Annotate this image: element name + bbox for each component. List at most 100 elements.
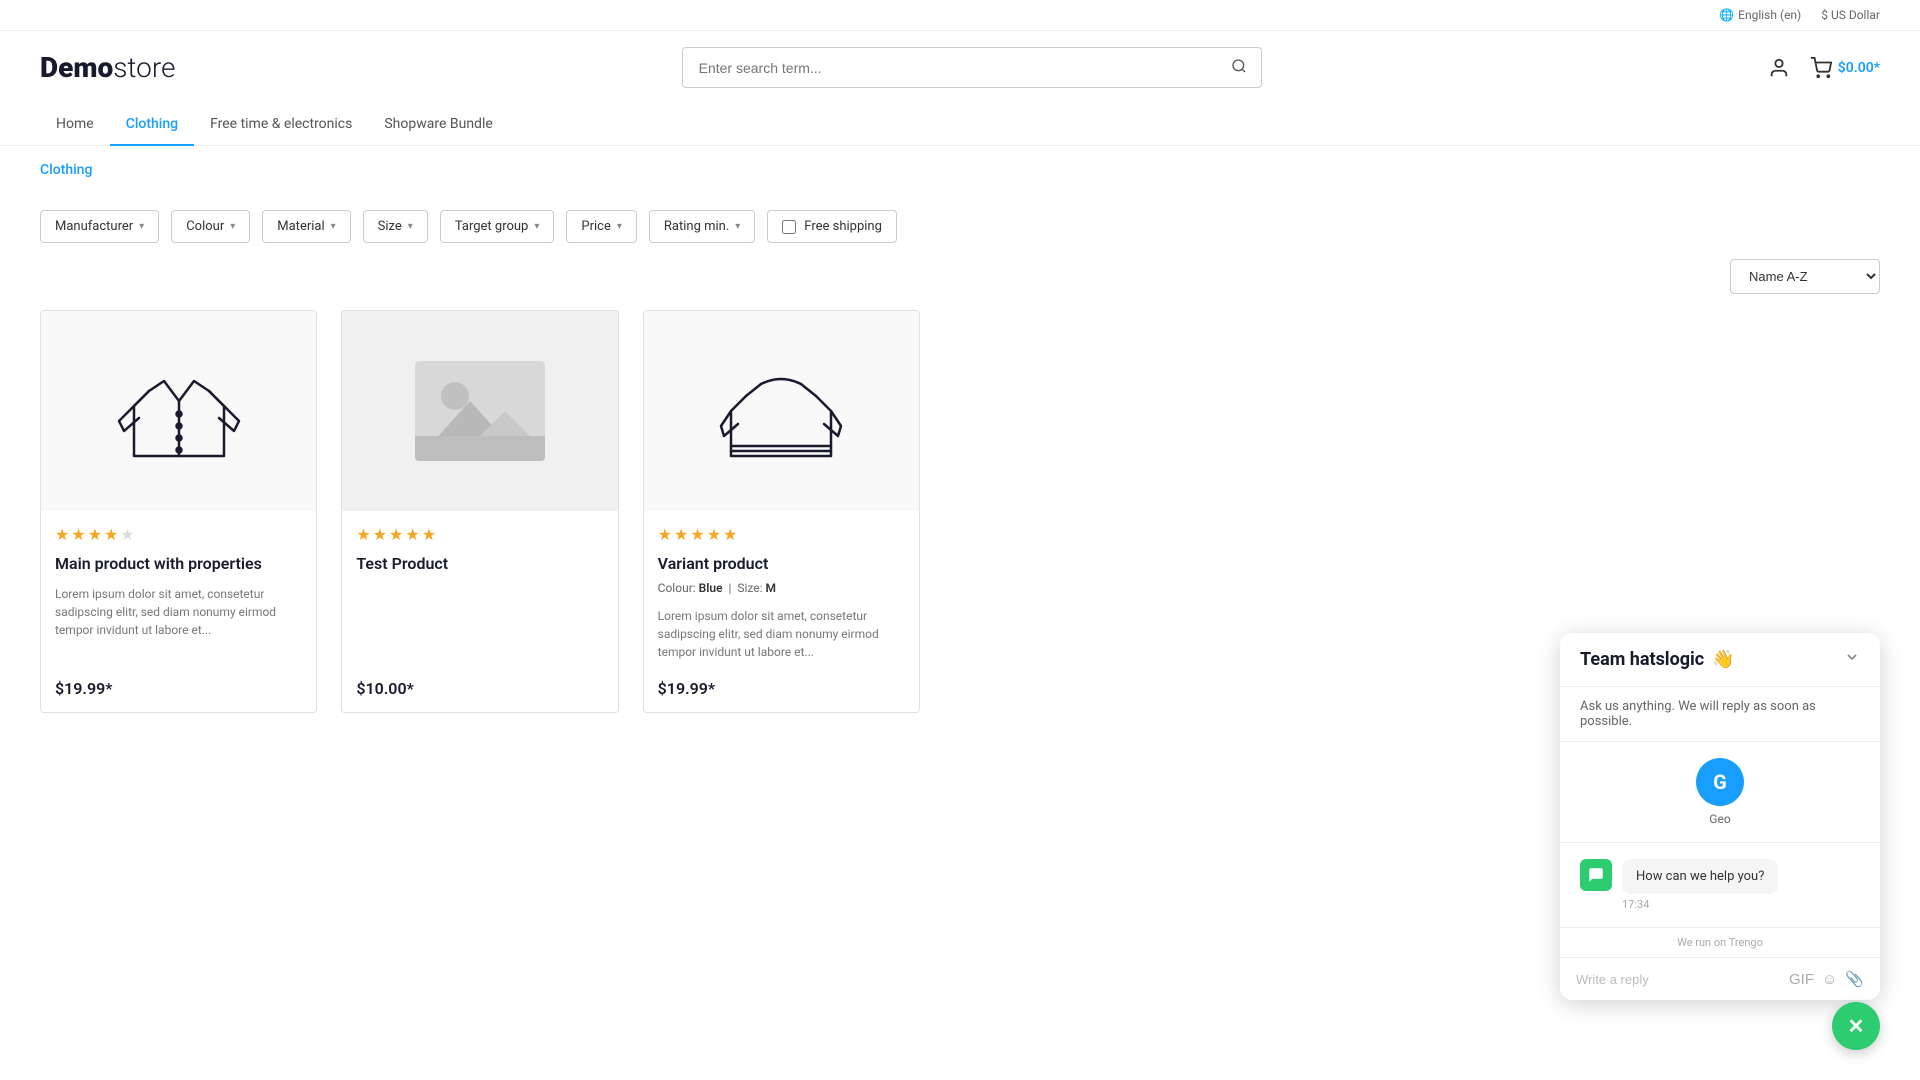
product-3-variant: Colour: Blue | Size: M <box>658 581 905 595</box>
chat-toggle-button[interactable]: ✕ <box>1832 1002 1880 1050</box>
star-2: ★ <box>373 525 387 544</box>
chat-subtitle: Ask us anything. We will reply as soon a… <box>1560 687 1880 742</box>
star-5: ★ <box>422 525 436 544</box>
material-filter-label: Material <box>277 219 324 234</box>
free-shipping-filter[interactable]: Free shipping <box>767 210 897 243</box>
search-icon <box>1231 58 1247 74</box>
colour-filter-label: Colour <box>186 219 224 234</box>
star-4: ★ <box>405 525 419 544</box>
size-label: Size: <box>737 581 762 595</box>
main-nav: Home Clothing Free time & electronics Sh… <box>0 104 1920 146</box>
free-shipping-checkbox[interactable] <box>782 220 796 234</box>
sort-select[interactable]: Name A-Z Name Z-A Price ascending Price … <box>1730 259 1880 294</box>
rating-filter[interactable]: Rating min. ▾ <box>649 210 755 243</box>
product-card-1: ★ ★ ★ ★ ★ Main product with properties L… <box>40 310 317 713</box>
product-3-price: $19.99* <box>658 667 905 698</box>
size-chevron-icon: ▾ <box>408 221 413 232</box>
search-button[interactable] <box>1217 48 1261 87</box>
star-1: ★ <box>356 525 370 544</box>
nav-item-shopware[interactable]: Shopware Bundle <box>368 104 508 146</box>
target-group-filter[interactable]: Target group ▾ <box>440 210 555 243</box>
chat-toggle-icon: ✕ <box>1848 1014 1865 1039</box>
rating-chevron-icon: ▾ <box>735 221 740 232</box>
message-bubble: How can we help you? <box>1622 859 1778 894</box>
agent-avatar: G <box>1696 758 1744 806</box>
product-card-3: ★ ★ ★ ★ ★ Variant product Colour: Blue |… <box>643 310 920 713</box>
star-1: ★ <box>55 525 69 544</box>
chat-reply-input[interactable] <box>1576 972 1781 987</box>
nav-item-home[interactable]: Home <box>40 104 110 146</box>
chat-input-actions: GIF ☺ 📎 <box>1789 970 1864 988</box>
language-label: English (en) <box>1738 8 1801 22</box>
product-3-name: Variant product <box>658 554 905 573</box>
product-info-3: ★ ★ ★ ★ ★ Variant product Colour: Blue |… <box>644 511 919 712</box>
chat-input-area: GIF ☺ 📎 <box>1560 957 1880 1000</box>
chat-title-text: Team hatslogic <box>1580 649 1704 670</box>
colour-label: Colour: <box>658 581 696 595</box>
price-filter[interactable]: Price ▾ <box>566 210 637 243</box>
cart-icon <box>1810 57 1832 79</box>
nav-item-free-time[interactable]: Free time & electronics <box>194 104 368 146</box>
chat-title-emoji: 👋 <box>1712 649 1734 670</box>
top-bar: 🌐 English (en) $ US Dollar <box>0 0 1920 31</box>
breadcrumb: Clothing <box>0 146 1920 194</box>
star-2: ★ <box>71 525 85 544</box>
nav-item-clothing[interactable]: Clothing <box>110 104 194 146</box>
product-2-stars: ★ ★ ★ ★ ★ <box>356 525 603 544</box>
bot-icon <box>1580 859 1612 891</box>
currency-label: $ US Dollar <box>1821 8 1880 22</box>
agent-name: Geo <box>1709 812 1730 826</box>
logo-bold: Demo <box>40 51 113 84</box>
product-1-price: $19.99* <box>55 667 302 698</box>
gif-button[interactable]: GIF <box>1789 971 1814 988</box>
manufacturer-filter[interactable]: Manufacturer ▾ <box>40 210 159 243</box>
header-actions: $0.00* <box>1768 57 1880 79</box>
free-shipping-label: Free shipping <box>804 219 882 234</box>
product-1-stars: ★ ★ ★ ★ ★ <box>55 525 302 544</box>
colour-filter[interactable]: Colour ▾ <box>171 210 250 243</box>
account-button[interactable] <box>1768 57 1790 79</box>
chat-messages: How can we help you? 17:34 <box>1560 843 1880 927</box>
search-input[interactable] <box>683 50 1217 86</box>
chat-header: Team hatslogic 👋 <box>1560 633 1880 687</box>
chat-subtitle-text: Ask us anything. We will reply as soon a… <box>1580 699 1816 729</box>
product-3-desc: Lorem ipsum dolor sit amet, consetetur s… <box>658 607 905 661</box>
colour-chevron-icon: ▾ <box>230 221 235 232</box>
product-image-1 <box>41 311 316 511</box>
chat-powered-by: We run on Trengo <box>1560 927 1880 957</box>
price-chevron-icon: ▾ <box>617 221 622 232</box>
search-bar <box>682 47 1262 88</box>
product-info-1: ★ ★ ★ ★ ★ Main product with properties L… <box>41 511 316 712</box>
currency-selector[interactable]: $ US Dollar <box>1821 8 1880 22</box>
product-3-stars: ★ ★ ★ ★ ★ <box>658 525 905 544</box>
message-time: 17:34 <box>1622 898 1778 911</box>
chat-collapse-button[interactable] <box>1844 649 1860 670</box>
star-3: ★ <box>389 525 403 544</box>
powered-by-text: We run on Trengo <box>1677 936 1763 949</box>
language-selector[interactable]: 🌐 English (en) <box>1719 8 1801 22</box>
emoji-button[interactable]: ☺ <box>1822 971 1837 988</box>
chevron-down-icon <box>1844 649 1860 665</box>
size-filter[interactable]: Size ▾ <box>363 210 428 243</box>
breadcrumb-link[interactable]: Clothing <box>40 162 92 178</box>
chat-widget: Team hatslogic 👋 Ask us anything. We wil… <box>1560 633 1880 1000</box>
size-filter-label: Size <box>378 219 402 234</box>
star-2: ★ <box>674 525 688 544</box>
placeholder-image-svg <box>415 361 545 461</box>
user-icon <box>1768 57 1790 79</box>
product-card-2: ★ ★ ★ ★ ★ Test Product $10.00* <box>341 310 618 713</box>
products-grid: ★ ★ ★ ★ ★ Main product with properties L… <box>0 310 960 753</box>
rating-filter-label: Rating min. <box>664 219 729 234</box>
message-content: How can we help you? 17:34 <box>1622 859 1778 911</box>
cart-button[interactable]: $0.00* <box>1810 57 1880 79</box>
agent-initial: G <box>1713 770 1727 794</box>
star-4: ★ <box>707 525 721 544</box>
chat-agent-section: G Geo <box>1560 742 1880 843</box>
star-1: ★ <box>658 525 672 544</box>
attachment-button[interactable]: 📎 <box>1845 970 1864 988</box>
star-3: ★ <box>690 525 704 544</box>
placeholder-image-icon <box>415 361 545 461</box>
product-1-desc: Lorem ipsum dolor sit amet, consetetur s… <box>55 585 302 639</box>
material-filter[interactable]: Material ▾ <box>262 210 350 243</box>
logo[interactable]: Demostore <box>40 51 176 84</box>
